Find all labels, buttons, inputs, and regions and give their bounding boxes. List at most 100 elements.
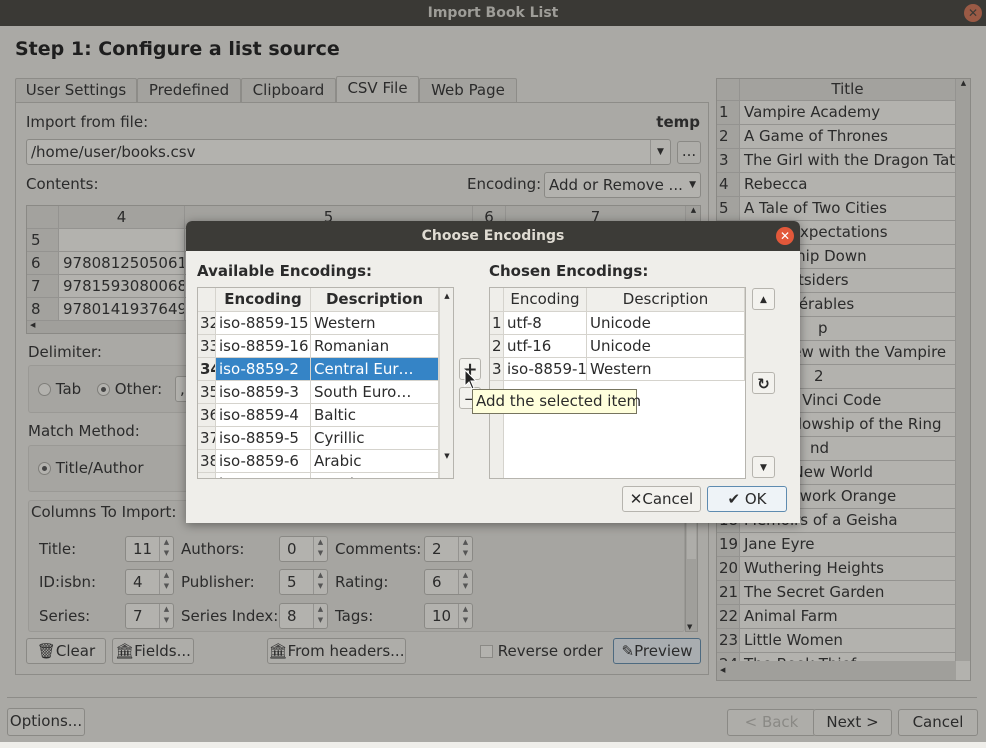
- dialog-close-button[interactable]: ✕: [776, 227, 794, 245]
- encoding-column-header[interactable]: Encoding: [504, 288, 587, 312]
- title-cell[interactable]: Jane Eyre: [740, 533, 956, 557]
- row-header[interactable]: 8: [27, 298, 59, 321]
- title-cell[interactable]: The Girl with the Dragon Tatt: [740, 149, 956, 173]
- spinbox-arrows-icon[interactable]: ▲ ▼: [458, 570, 472, 594]
- row-number[interactable]: 34: [198, 358, 216, 381]
- clear-button[interactable]: 🗑Clear: [26, 638, 106, 664]
- dialog-cancel-button[interactable]: ✕Cancel: [622, 486, 701, 512]
- from-headers-button[interactable]: 🏛From headers...: [267, 638, 406, 664]
- column-spinbox[interactable]: 11 ▲ ▼: [125, 536, 174, 562]
- description-cell[interactable]: Central Eur…: [311, 358, 439, 381]
- tab-user-settings[interactable]: User Settings: [15, 78, 137, 103]
- options-button[interactable]: Options...: [7, 708, 85, 736]
- title-cell[interactable]: Little Women: [740, 629, 956, 653]
- spinbox-arrows-icon[interactable]: ▲ ▼: [159, 537, 173, 561]
- column-spinbox[interactable]: 8 ▲ ▼: [279, 603, 328, 629]
- title-author-radio[interactable]: Title/Author: [38, 459, 143, 477]
- row-number[interactable]: 32: [198, 312, 216, 335]
- spinbox-arrows-icon[interactable]: ▲ ▼: [458, 604, 472, 628]
- row-header[interactable]: 23: [717, 629, 740, 653]
- spinbox-arrows-icon[interactable]: ▲ ▼: [458, 537, 472, 561]
- preview-vscrollbar[interactable]: ▲: [956, 79, 970, 661]
- reset-button[interactable]: ↻: [752, 372, 775, 394]
- table-cell[interactable]: 9781593080068: [59, 275, 185, 298]
- description-cell[interactable]: Unicode: [587, 335, 745, 358]
- encoding-cell[interactable]: iso-8859-4: [216, 404, 311, 427]
- row-number[interactable]: 39: [198, 473, 216, 478]
- encoding-cell[interactable]: iso-8859-16: [216, 335, 311, 358]
- row-header[interactable]: 20: [717, 557, 740, 581]
- ok-button[interactable]: ✔ OK: [707, 486, 787, 512]
- reverse-order-checkbox[interactable]: Reverse order: [480, 642, 603, 660]
- description-cell[interactable]: Cyrillic: [311, 427, 439, 450]
- browse-button[interactable]: ...: [677, 141, 701, 164]
- row-header[interactable]: 19: [717, 533, 740, 557]
- preview-hscrollbar[interactable]: ◀: [717, 661, 956, 680]
- next-button[interactable]: Next >: [813, 709, 892, 736]
- move-down-button[interactable]: ▼: [752, 456, 775, 478]
- description-column-header[interactable]: Description: [587, 288, 745, 312]
- other-radio[interactable]: Other:: [97, 380, 162, 398]
- preview-button[interactable]: ✎Preview: [613, 638, 701, 664]
- cancel-button[interactable]: Cancel: [898, 709, 978, 736]
- title-cell[interactable]: The Secret Garden: [740, 581, 956, 605]
- row-header[interactable]: 2: [717, 125, 740, 149]
- description-cell[interactable]: South Euro…: [311, 381, 439, 404]
- description-cell[interactable]: Western: [311, 312, 439, 335]
- description-cell[interactable]: Baltic: [311, 404, 439, 427]
- spinbox-arrows-icon[interactable]: ▲ ▼: [313, 537, 327, 561]
- tab-clipboard[interactable]: Clipboard: [241, 78, 336, 103]
- encoding-cell[interactable]: utf-16: [504, 335, 587, 358]
- spinbox-arrows-icon[interactable]: ▲ ▼: [159, 604, 173, 628]
- row-number[interactable]: 38: [198, 450, 216, 473]
- row-header[interactable]: 7: [27, 275, 59, 298]
- table-cell[interactable]: 9780812505061: [59, 252, 185, 275]
- row-number[interactable]: 33: [198, 335, 216, 358]
- available-encodings-table[interactable]: EncodingDescription 32iso-8859-15Western 3…: [197, 287, 454, 479]
- table-cell[interactable]: 9780141937649: [59, 298, 185, 321]
- tab-predefined[interactable]: Predefined: [137, 78, 241, 103]
- description-cell[interactable]: Romanian: [311, 335, 439, 358]
- encoding-cell[interactable]: iso-8859-6: [216, 450, 311, 473]
- row-header[interactable]: 3: [717, 149, 740, 173]
- row-number[interactable]: 36: [198, 404, 216, 427]
- window-close-button[interactable]: ✕: [964, 4, 982, 22]
- chosen-encodings-table[interactable]: Encoding Description 1 utf-8 Unicode 2 utf-16 U…: [489, 287, 746, 479]
- title-cell[interactable]: Wuthering Heights: [740, 557, 956, 581]
- column-spinbox[interactable]: 0 ▲ ▼: [279, 536, 328, 562]
- title-cell[interactable]: Rebecca: [740, 173, 956, 197]
- tab-csv-file[interactable]: CSV File: [336, 76, 419, 103]
- spinbox-arrows-icon[interactable]: ▲ ▼: [313, 570, 327, 594]
- tab-radio[interactable]: Tab: [38, 380, 81, 398]
- row-number[interactable]: 35: [198, 381, 216, 404]
- table-cell[interactable]: [59, 229, 185, 252]
- row-header[interactable]: 1: [717, 101, 740, 125]
- description-cell[interactable]: Greek: [311, 473, 439, 478]
- move-up-button[interactable]: ▲: [752, 288, 775, 310]
- spinbox-arrows-icon[interactable]: ▲ ▼: [159, 570, 173, 594]
- row-header[interactable]: 5: [27, 229, 59, 252]
- row-header[interactable]: 21: [717, 581, 740, 605]
- encoding-cell[interactable]: iso-8859-5: [216, 427, 311, 450]
- row-header[interactable]: 6: [27, 252, 59, 275]
- encoding-column-header[interactable]: Encoding: [216, 288, 311, 312]
- row-header[interactable]: 4: [717, 173, 740, 197]
- row-number[interactable]: 37: [198, 427, 216, 450]
- column-spinbox[interactable]: 4 ▲ ▼: [125, 569, 174, 595]
- title-cell[interactable]: A Tale of Two Cities: [740, 197, 956, 221]
- fields-button[interactable]: 🏛Fields...: [112, 638, 194, 664]
- encoding-cell[interactable]: iso-8859-3: [216, 381, 311, 404]
- spinbox-arrows-icon[interactable]: ▲ ▼: [313, 604, 327, 628]
- title-cell[interactable]: Vampire Academy: [740, 101, 956, 125]
- description-cell[interactable]: Arabic: [311, 450, 439, 473]
- description-cell[interactable]: Unicode: [587, 312, 745, 335]
- encoding-cell[interactable]: iso-8859-15: [216, 312, 311, 335]
- title-cell[interactable]: A Game of Thrones: [740, 125, 956, 149]
- description-column-header[interactable]: Description: [311, 288, 439, 312]
- column-spinbox[interactable]: 10 ▲ ▼: [424, 603, 473, 629]
- row-number[interactable]: 2: [490, 335, 504, 358]
- encodings-scrollbar[interactable]: ▲ ▼: [439, 288, 453, 478]
- title-column-header[interactable]: Title: [740, 79, 956, 101]
- encoding-combo[interactable]: Add or Remove ... ▼: [544, 172, 701, 198]
- row-header[interactable]: 5: [717, 197, 740, 221]
